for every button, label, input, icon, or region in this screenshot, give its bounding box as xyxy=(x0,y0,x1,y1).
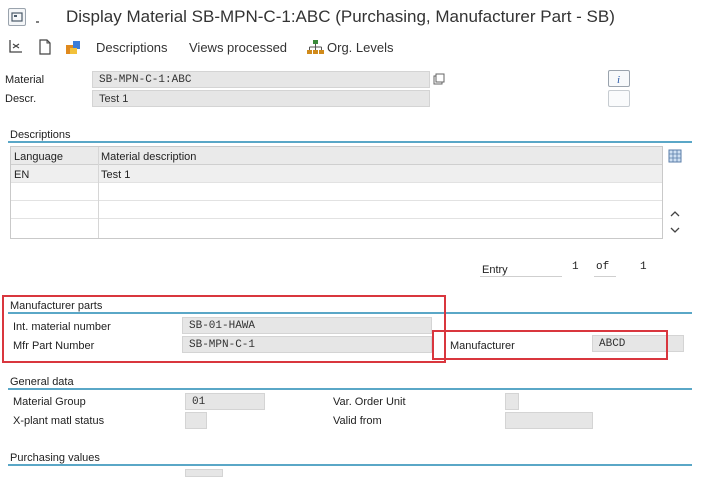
entry-of: of xyxy=(596,261,610,273)
descr-value: Test 1 xyxy=(99,93,129,105)
manufacturer-highlight xyxy=(432,330,668,360)
purchasing-values-section-line xyxy=(8,464,692,466)
copy-icon[interactable] xyxy=(432,72,446,86)
general-data-section-title: General data xyxy=(10,376,74,388)
descriptions-section-line xyxy=(8,141,692,143)
material-group-field[interactable]: 01 xyxy=(185,393,265,410)
title-bar: Display Material SB-MPN-C-1:ABC (Purchas… xyxy=(0,0,720,34)
entry-label: Entry xyxy=(482,264,508,276)
material-group-label: Material Group xyxy=(13,396,86,408)
window-title: Display Material SB-MPN-C-1:ABC (Purchas… xyxy=(66,7,615,26)
info-icon: i xyxy=(617,74,620,86)
x-plant-status-field[interactable] xyxy=(185,412,207,429)
table-row[interactable] xyxy=(11,201,662,219)
views-processed-button[interactable]: Views processed xyxy=(189,40,287,55)
descriptions-button[interactable]: Descriptions xyxy=(96,40,168,55)
other-material-icon[interactable] xyxy=(7,38,27,56)
material-label: Material xyxy=(5,74,45,86)
entry-underline xyxy=(480,276,562,277)
info-button[interactable]: i xyxy=(608,70,630,87)
column-divider xyxy=(98,147,99,238)
org-levels-icon[interactable] xyxy=(306,39,324,57)
row-language[interactable]: EN xyxy=(14,169,29,181)
table-row[interactable]: EN Test 1 xyxy=(11,165,662,183)
col-language-header[interactable]: Language xyxy=(14,151,63,163)
descr-label: Descr. xyxy=(5,93,37,105)
material-value: SB-MPN-C-1:ABC xyxy=(99,74,192,86)
material-group-value: 01 xyxy=(192,396,206,408)
row-description[interactable]: Test 1 xyxy=(101,169,130,181)
application-toolbar: Descriptions Views processed Org. Levels xyxy=(0,34,720,62)
var-order-unit-label: Var. Order Unit xyxy=(333,396,406,408)
entry-of-underline xyxy=(594,276,616,277)
table-settings-icon[interactable] xyxy=(668,149,682,163)
dropdown-arrow-icon[interactable] xyxy=(32,10,46,26)
scroll-up-icon[interactable] xyxy=(669,208,681,220)
general-data-section-line xyxy=(8,388,692,390)
purchasing-value-key-field[interactable] xyxy=(185,469,223,477)
descriptions-table: Language Material description EN Test 1 xyxy=(10,146,663,239)
x-plant-status-label: X-plant matl status xyxy=(13,415,105,427)
scroll-down-icon[interactable] xyxy=(669,224,681,236)
table-row[interactable] xyxy=(11,183,662,201)
descriptions-section-title: Descriptions xyxy=(10,129,71,141)
table-row[interactable] xyxy=(11,219,662,237)
purchasing-values-section-title: Purchasing values xyxy=(10,452,100,464)
valid-from-label: Valid from xyxy=(333,415,382,427)
valid-from-field[interactable] xyxy=(505,412,593,429)
material-field[interactable]: SB-MPN-C-1:ABC xyxy=(92,71,430,88)
additional-data-icon[interactable] xyxy=(64,38,84,56)
table-header: Language Material description xyxy=(11,147,662,165)
disabled-button xyxy=(608,90,630,107)
var-order-unit-field[interactable] xyxy=(505,393,519,410)
create-document-icon[interactable] xyxy=(36,38,54,56)
entry-total: 1 xyxy=(640,261,647,273)
col-material-description-header[interactable]: Material description xyxy=(101,151,196,163)
descr-field[interactable]: Test 1 xyxy=(92,90,430,107)
manufacturer-parts-highlight xyxy=(2,295,446,363)
entry-current[interactable]: 1 xyxy=(572,261,579,273)
org-levels-button[interactable]: Org. Levels xyxy=(327,40,393,55)
menu-icon[interactable] xyxy=(8,8,26,26)
